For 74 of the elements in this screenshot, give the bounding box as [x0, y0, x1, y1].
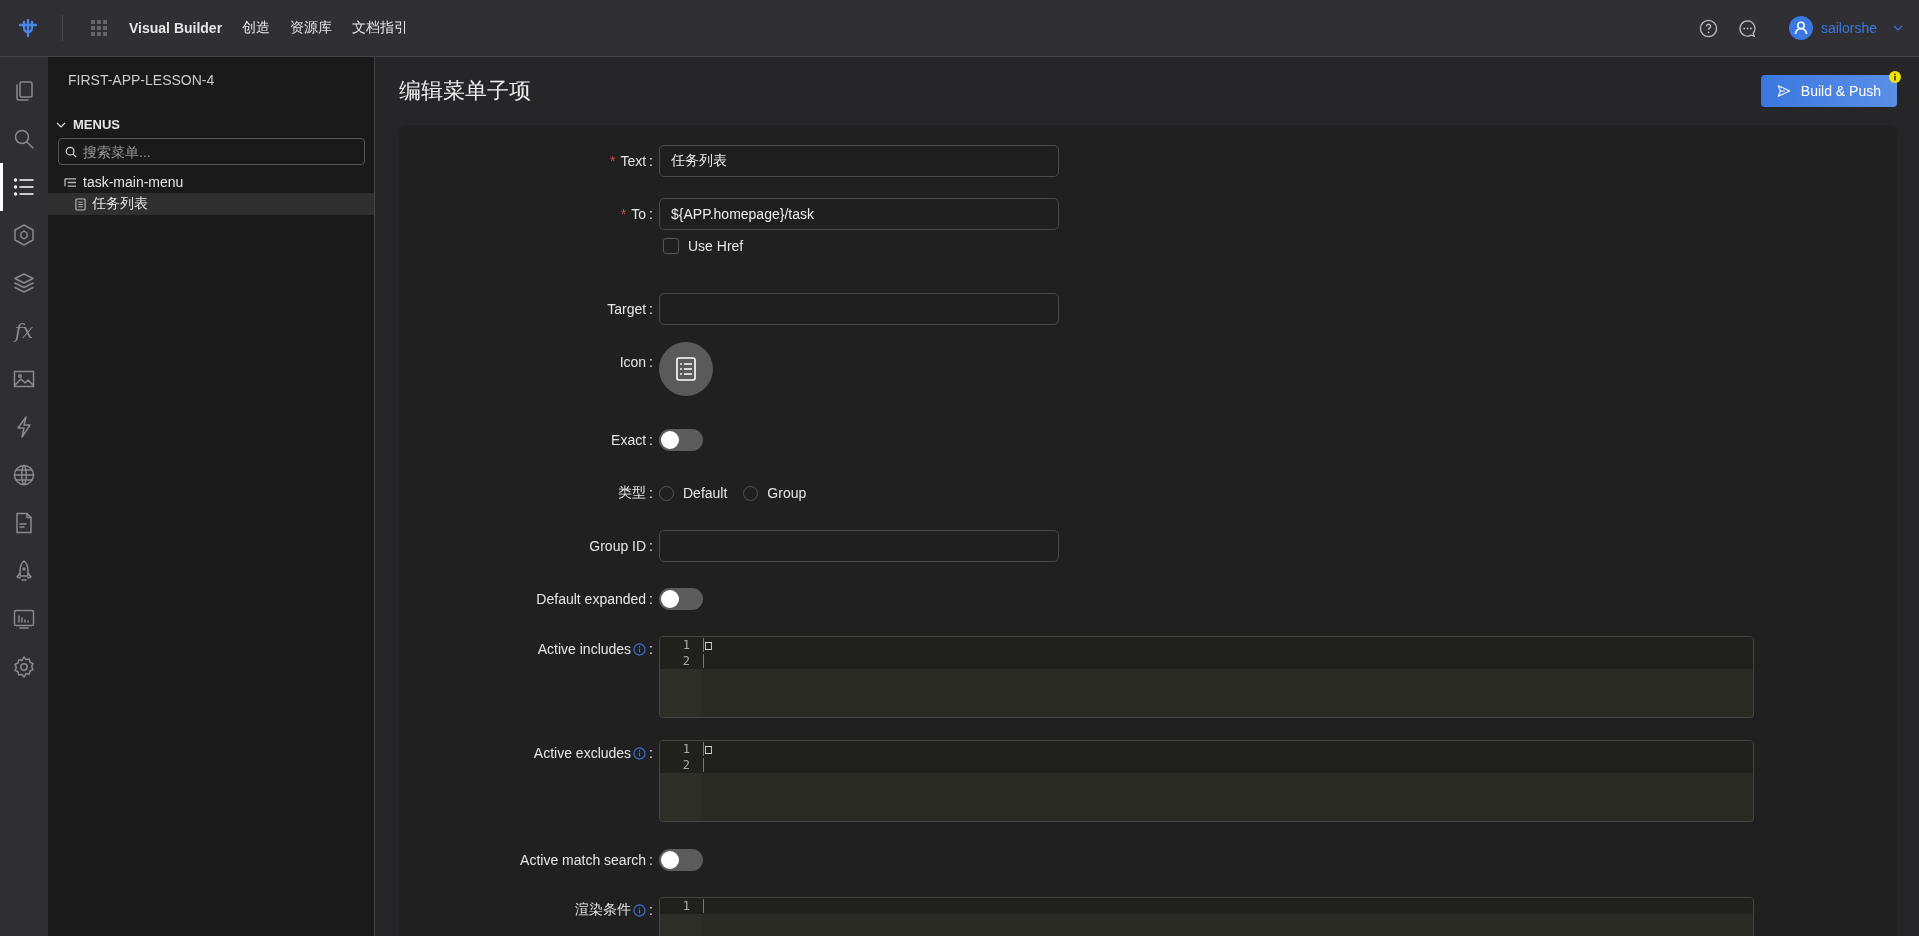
checkbox[interactable] [663, 238, 679, 254]
label-colon: : [649, 852, 653, 868]
project-name: FIRST-APP-LESSON-4 [67, 71, 216, 90]
nav-link[interactable]: 资源库 [290, 19, 333, 37]
line-number: 2 [681, 654, 690, 668]
line-number: 1 [681, 742, 690, 756]
list-document-icon [676, 357, 696, 381]
text-field[interactable] [659, 293, 1059, 325]
code-editor[interactable]: 1 □ 2 [659, 636, 1754, 718]
label-colon: : [649, 591, 653, 607]
build-push-button[interactable]: Build & Push [1760, 75, 1897, 107]
fx-button[interactable]: fx [0, 307, 45, 355]
toggle-switch[interactable] [659, 588, 703, 610]
line-number: 1 [681, 638, 690, 652]
label-colon: : [649, 206, 653, 222]
text-field[interactable] [659, 530, 1059, 562]
label-colon: : [649, 354, 653, 370]
menu-tree-icon [64, 176, 77, 188]
chat-icon[interactable] [1737, 18, 1757, 38]
info-icon[interactable] [633, 746, 647, 760]
field-label: Target [607, 301, 647, 317]
line-number: 1 [681, 899, 690, 913]
code-editor[interactable]: 1 [659, 897, 1754, 936]
list-document-icon [75, 197, 86, 211]
field-label: Exact [611, 432, 647, 448]
tree-item[interactable]: 任务列表 [48, 193, 374, 215]
label-colon: : [649, 153, 653, 169]
code-text: □ [705, 742, 713, 756]
text-field[interactable]: 任务列表 [659, 145, 1059, 177]
code-text: □ [705, 638, 713, 652]
label-colon: : [649, 485, 653, 501]
page-title: 编辑菜单子项 [399, 77, 531, 105]
send-icon [1776, 84, 1791, 98]
label-colon: : [649, 301, 653, 317]
field-label: Active excludes [533, 745, 632, 761]
nav-link[interactable]: 创造 [242, 19, 271, 37]
icon-picker[interactable] [659, 342, 713, 396]
help-icon[interactable] [1698, 18, 1718, 38]
info-icon[interactable] [633, 903, 647, 917]
line-number: 2 [681, 758, 690, 772]
section-title[interactable]: MENUS [73, 117, 120, 132]
info-icon[interactable] [633, 642, 647, 656]
info-badge-icon [1889, 71, 1901, 83]
field-label: 类型 [618, 484, 647, 502]
field-label: Group ID [589, 538, 647, 554]
field-label: Active match search [520, 852, 647, 868]
field-label: To [631, 206, 647, 222]
field-label: 渲染条件 [575, 901, 632, 919]
toggle-switch[interactable] [659, 849, 703, 871]
apps-grid-icon[interactable] [91, 20, 107, 36]
logo-icon[interactable] [16, 16, 40, 40]
required-mark: * [609, 153, 616, 169]
label-colon: : [649, 745, 653, 761]
label-colon: : [649, 538, 653, 554]
label-colon: : [649, 432, 653, 448]
field-label: Text [620, 153, 647, 169]
field-label: Default expanded [536, 591, 647, 607]
search-icon [65, 146, 77, 158]
radio-label[interactable]: Default [683, 485, 728, 501]
checkbox-label[interactable]: Use Href [688, 238, 744, 254]
tree-item[interactable]: task-main-menu [48, 171, 374, 193]
field-label: Active includes [537, 641, 632, 657]
label-colon: : [649, 641, 653, 657]
search-field[interactable]: 搜索菜单... [58, 138, 365, 165]
radio-label[interactable]: Group [767, 485, 807, 501]
text-field[interactable]: ${APP.homepage}/task [659, 198, 1059, 230]
label-colon: : [649, 902, 653, 918]
toggle-switch[interactable] [659, 429, 703, 451]
nav-link[interactable]: Visual Builder [129, 20, 223, 36]
field-label: Icon [619, 354, 647, 370]
avatar-icon[interactable] [1788, 16, 1813, 40]
nav-link[interactable]: 文档指引 [352, 19, 409, 37]
required-mark: * [620, 206, 627, 222]
code-editor[interactable]: 1 □ 2 [659, 740, 1754, 822]
